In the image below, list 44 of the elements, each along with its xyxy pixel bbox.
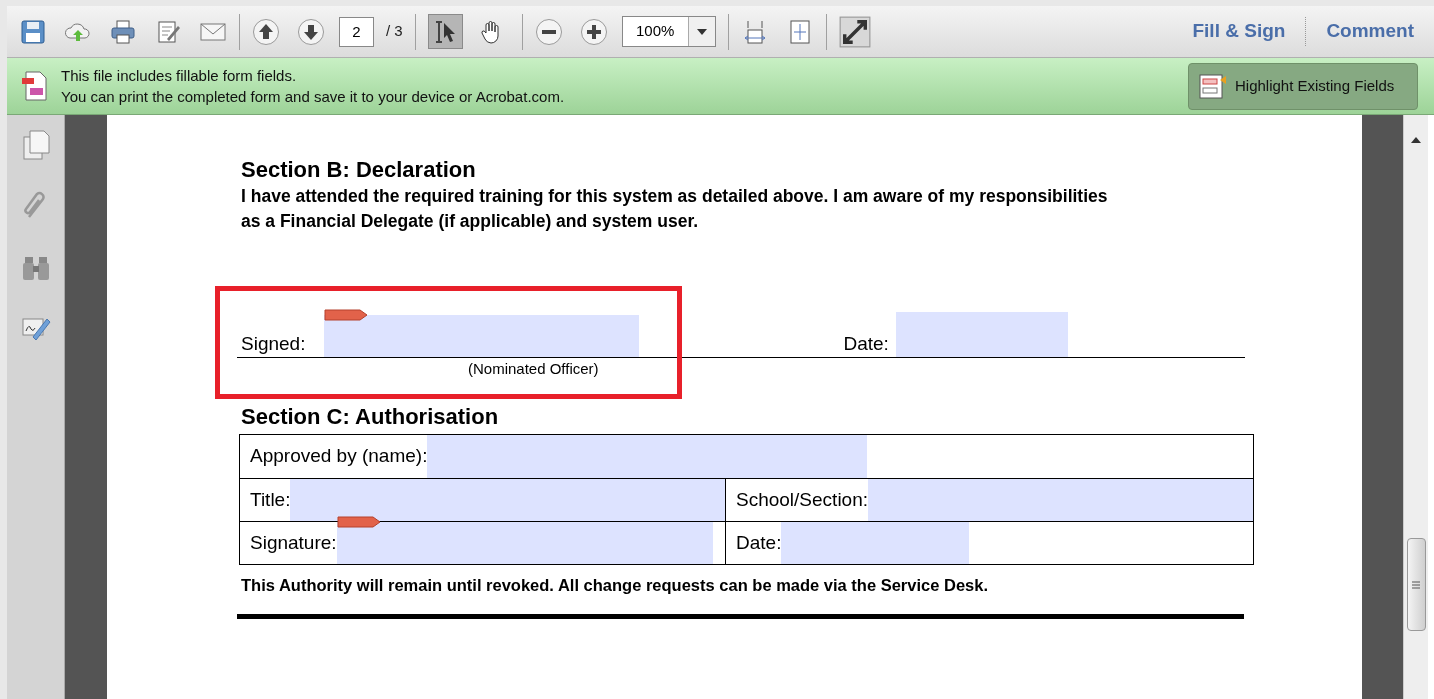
- sign-here-tag-icon: [336, 516, 381, 528]
- form-field[interactable]: [290, 479, 725, 521]
- date-label: Date:: [843, 333, 889, 356]
- field-label: Date:: [735, 530, 782, 555]
- save-icon[interactable]: [19, 17, 47, 46]
- declaration-text: I have attended the required training for this system as detailed above. I am aware of my responsibilities as a Financial Delegate (if applicable) and system user.: [241, 185, 1109, 233]
- form-fields-icon: [1199, 72, 1229, 100]
- form-document-icon: [21, 70, 49, 102]
- full-screen-icon[interactable]: [838, 15, 871, 48]
- banner-text: This file includes fillable form fields.: [61, 66, 298, 86]
- footer-note: This Authority will remain until revoked. All change requests can be made via the Service Desk.: [241, 575, 990, 596]
- comment-link[interactable]: Comment: [1305, 17, 1414, 46]
- scroll-up-icon[interactable]: [1411, 137, 1421, 143]
- banner-text: You can print the completed form and save it to your device or Acrobat.com.: [61, 87, 565, 107]
- highlight-fields-button[interactable]: Highlight Existing Fields: [1188, 62, 1418, 110]
- caret-icon: [696, 28, 707, 35]
- sign-here-tag-icon: [324, 309, 369, 321]
- print-icon[interactable]: [109, 17, 137, 46]
- field-label: Signature:: [249, 530, 337, 555]
- form-field[interactable]: [427, 435, 868, 478]
- signed-label: Signed:: [241, 333, 306, 356]
- page-count: / 3: [386, 21, 403, 42]
- page-number-field[interactable]: 2: [339, 16, 374, 47]
- form-field[interactable]: [868, 479, 1253, 521]
- scrollbar-thumb[interactable]: [1406, 538, 1426, 631]
- zoom-out-icon[interactable]: [534, 17, 563, 46]
- form-field[interactable]: [336, 522, 713, 564]
- section-title: Section B: Declaration: [241, 157, 477, 183]
- form-field[interactable]: [324, 315, 640, 357]
- zoom-dropdown[interactable]: 100%: [621, 16, 716, 47]
- form-field[interactable]: [895, 312, 1068, 357]
- form-field[interactable]: [781, 522, 970, 564]
- select-tool[interactable]: [427, 14, 463, 49]
- nominated-officer-note: (Nominated Officer): [468, 360, 599, 378]
- zoom-in-icon[interactable]: [579, 17, 608, 46]
- pages-icon[interactable]: [20, 129, 51, 161]
- vertical-scrollbar[interactable]: [1403, 115, 1428, 699]
- field-label: Title:: [249, 487, 291, 512]
- fill-and-sign-link[interactable]: Fill & Sign: [1192, 17, 1286, 46]
- field-label: School/Section:: [735, 487, 869, 512]
- section-title: Section C: Authorisation: [241, 404, 500, 430]
- next-page-icon[interactable]: [297, 17, 325, 46]
- field-label: Approved by (name):: [249, 444, 428, 469]
- previous-page-icon[interactable]: [252, 17, 280, 46]
